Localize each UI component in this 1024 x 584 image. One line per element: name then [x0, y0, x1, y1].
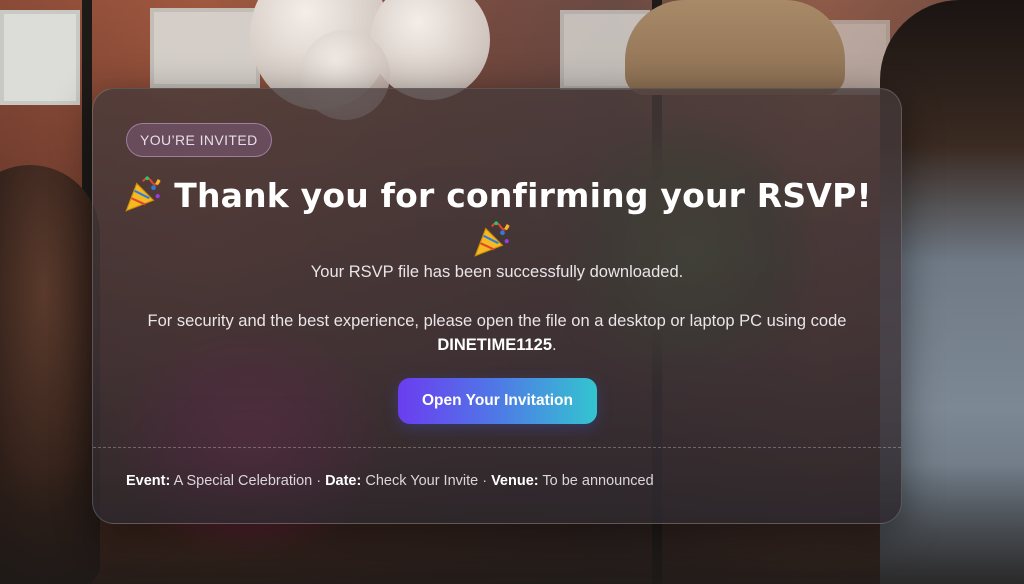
security-message: For security and the best experience, pl…	[133, 309, 861, 357]
event-label: Event:	[126, 473, 171, 489]
invited-badge-label: YOU’RE INVITED	[140, 132, 258, 148]
title-second-line	[93, 218, 901, 262]
window	[0, 10, 80, 105]
rsvp-confirmation-card: YOU’RE INVITED Thank you for confirming …	[92, 88, 902, 524]
venue-value: To be announced	[542, 473, 654, 489]
open-invitation-button[interactable]: Open Your Invitation	[398, 378, 597, 424]
date-value: Check Your Invite	[365, 473, 479, 489]
separator: ·	[482, 473, 488, 489]
security-message-end: .	[552, 336, 557, 354]
invited-badge: YOU’RE INVITED	[126, 123, 272, 157]
access-code: DINETIME1125	[437, 336, 553, 354]
event-value: A Special Celebration	[173, 473, 313, 489]
divider	[93, 447, 901, 448]
open-invitation-button-label: Open Your Invitation	[422, 392, 573, 409]
separator: ·	[316, 473, 322, 489]
party-popper-icon	[474, 221, 510, 257]
venue-label: Venue:	[491, 473, 539, 489]
date-label: Date:	[325, 473, 362, 489]
hat	[625, 0, 845, 95]
window	[150, 8, 260, 88]
page-title: Thank you for confirming your RSVP!	[93, 173, 901, 262]
event-details: Event: A Special Celebration · Date: Check…	[126, 473, 654, 489]
download-success-message: Your RSVP file has been successfully dow…	[310, 263, 684, 281]
security-message-text: For security and the best experience, pl…	[147, 312, 847, 330]
party-popper-icon	[125, 176, 161, 212]
title-text: Thank you for confirming your RSVP!	[174, 176, 872, 215]
